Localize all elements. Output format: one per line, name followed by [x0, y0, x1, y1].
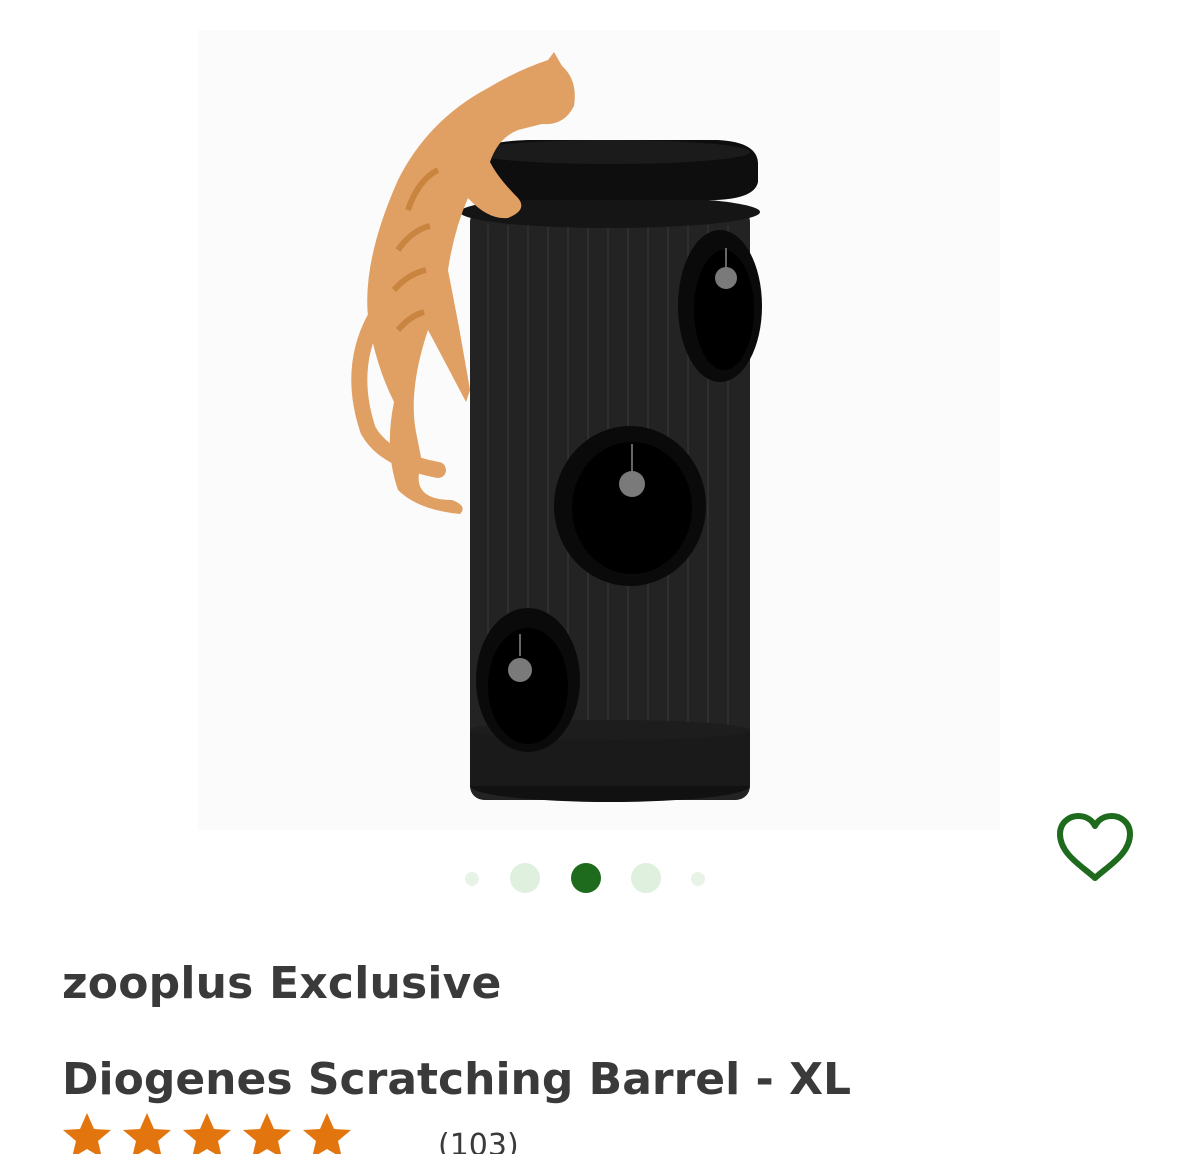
carousel-pagination	[455, 858, 715, 898]
review-count-link[interactable]: (103)	[438, 1128, 519, 1154]
carousel-dot[interactable]	[465, 872, 479, 886]
wishlist-button[interactable]	[1052, 810, 1138, 886]
product-title: Diogenes Scratching Barrel - XL	[62, 1054, 852, 1105]
star-icon	[240, 1110, 294, 1154]
carousel-dot[interactable]	[631, 863, 661, 893]
product-image[interactable]	[198, 30, 1000, 830]
product-rating[interactable]: (103)	[60, 1110, 519, 1154]
star-icon	[120, 1110, 174, 1154]
carousel-dot-active[interactable]	[571, 863, 601, 893]
star-icon	[300, 1110, 354, 1154]
star-icon	[60, 1110, 114, 1154]
carousel-dot[interactable]	[691, 872, 705, 886]
product-page: zooplus Exclusive Diogenes Scratching Ba…	[0, 0, 1200, 1154]
rating-stars	[60, 1110, 354, 1154]
star-icon	[180, 1110, 234, 1154]
heart-outline-icon	[1057, 813, 1133, 881]
product-brand[interactable]: zooplus Exclusive	[62, 958, 502, 1009]
carousel-dot[interactable]	[510, 863, 540, 893]
